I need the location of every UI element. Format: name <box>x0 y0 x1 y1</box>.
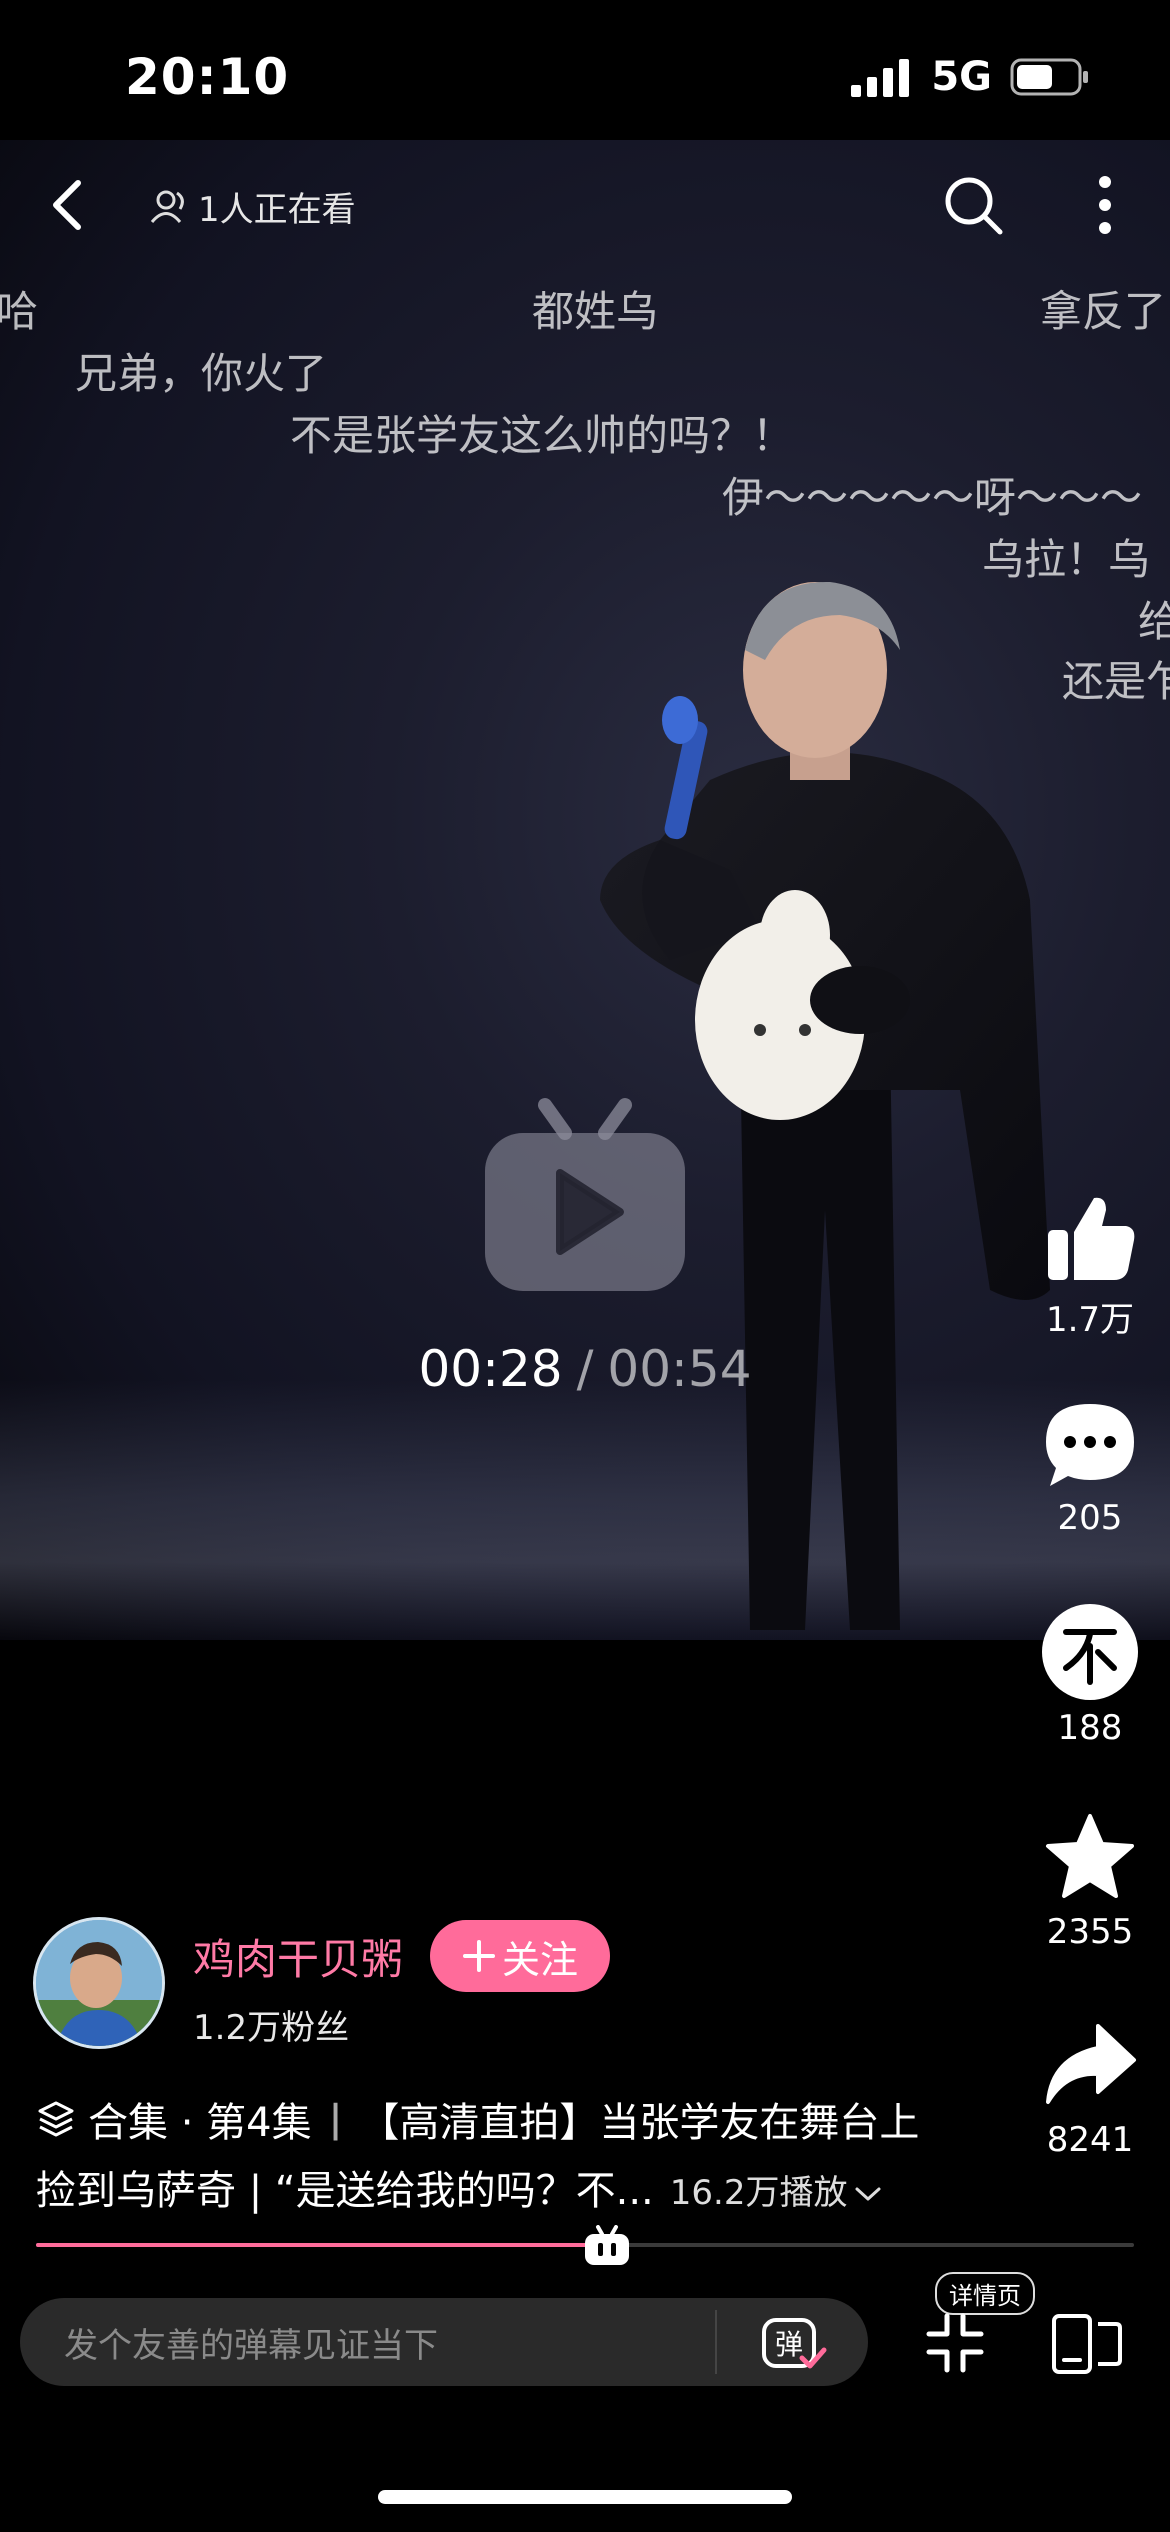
coin-button[interactable]: 188 <box>1030 1602 1150 1748</box>
status-indicators: 5G <box>849 52 1090 102</box>
network-type: 5G <box>931 54 992 100</box>
share-arrow-icon <box>1046 2024 1136 2104</box>
current-time: 00:28 <box>418 1340 563 1398</box>
input-divider <box>715 2310 717 2374</box>
danmaku-comment: 乌拉！乌 <box>982 535 1151 584</box>
plus-icon <box>462 1940 495 1972</box>
progress-fill <box>36 2243 607 2247</box>
viewer-count-label: 1人正在看 <box>198 190 356 230</box>
comment-count: 205 <box>1057 1498 1123 1538</box>
playback-time: 00:28/00:54 <box>0 1340 1170 1398</box>
favorite-button[interactable]: 2355 <box>1030 1810 1150 1952</box>
danmaku-comment: 哈 <box>0 287 39 336</box>
play-count: 16.2万播放 <box>669 2173 848 2213</box>
play-icon[interactable] <box>480 1095 690 1295</box>
time-separator: / <box>576 1340 594 1398</box>
fan-count: 1.2万粉丝 <box>193 2008 350 2048</box>
danmaku-comment: 给 <box>1138 597 1170 646</box>
comment-icon <box>1046 1404 1134 1486</box>
share-button[interactable]: 8241 <box>1030 2018 1150 2160</box>
total-time: 00:54 <box>607 1340 752 1398</box>
danmaku-comment: 还是乍 <box>1062 657 1170 706</box>
video-title-part1: 【高清直拍】当张学友在舞台上 <box>359 2100 920 2146</box>
danmaku-comment: 兄弟，你火了 <box>75 349 328 398</box>
viewer-count: 1人正在看 <box>150 182 356 231</box>
svg-text:弹: 弹 <box>775 2328 803 2361</box>
comment-button[interactable]: 205 <box>1030 1396 1150 1538</box>
author-name[interactable]: 鸡肉干贝粥 <box>193 1926 403 1987</box>
avatar-image <box>36 1920 162 2046</box>
author-avatar[interactable] <box>33 1917 165 2049</box>
details-page-badge[interactable]: 详情页 <box>935 2272 1035 2315</box>
coin-icon <box>1042 1604 1138 1700</box>
progress-thumb-tv-icon[interactable] <box>582 2225 632 2267</box>
home-indicator <box>378 2490 792 2504</box>
back-button[interactable] <box>38 175 98 235</box>
collection-label[interactable]: 合集 · 第4集 <box>88 2090 312 2148</box>
signal-icon <box>851 59 910 97</box>
video-title-line1[interactable]: 合集 · 第4集 ǀ 【高清直拍】当张学友在舞台上 <box>36 2090 919 2148</box>
screen-mode-icon[interactable] <box>1050 2310 1124 2376</box>
battery-icon <box>1010 58 1088 96</box>
collapse-icon[interactable] <box>925 2310 985 2376</box>
chevron-down-icon[interactable] <box>853 2184 883 2204</box>
like-count: 1.7万 <box>1045 1300 1135 1340</box>
search-button[interactable] <box>940 172 1006 238</box>
danmaku-toggle-icon[interactable]: 弹 <box>758 2312 828 2376</box>
follow-button[interactable]: 关注 <box>430 1920 610 1992</box>
coin-count: 188 <box>1057 1708 1123 1748</box>
danmaku-input[interactable]: 发个友善的弹幕见证当下 <box>20 2298 868 2386</box>
title-divider: ǀ <box>329 2096 342 2142</box>
follow-label: 关注 <box>501 1937 578 1982</box>
danmaku-placeholder: 发个友善的弹幕见证当下 <box>64 2325 438 2366</box>
thumbs-up-icon <box>1048 1197 1135 1280</box>
like-button[interactable]: 1.7万 <box>1030 1190 1150 1341</box>
share-count: 8241 <box>1046 2120 1134 2160</box>
more-options-button[interactable] <box>1075 172 1135 238</box>
video-title-part2: 捡到乌萨奇 | “是送给我的吗？不... <box>36 2168 654 2214</box>
favorite-count: 2355 <box>1046 1912 1134 1952</box>
danmaku-comment: 拿反了 <box>1040 287 1167 336</box>
status-time: 20:10 <box>125 48 290 106</box>
video-title-line2[interactable]: 捡到乌萨奇 | “是送给我的吗？不... 16.2万播放 <box>36 2158 883 2216</box>
danmaku-comment: 伊～～～～～呀～～～ <box>722 473 1143 522</box>
danmaku-comment: 都姓乌 <box>532 287 659 336</box>
star-icon <box>1046 1814 1134 1898</box>
danmaku-comment: 不是张学友这么帅的吗？！ <box>290 411 795 460</box>
collection-layers-icon <box>38 2101 74 2137</box>
people-icon <box>150 190 184 223</box>
